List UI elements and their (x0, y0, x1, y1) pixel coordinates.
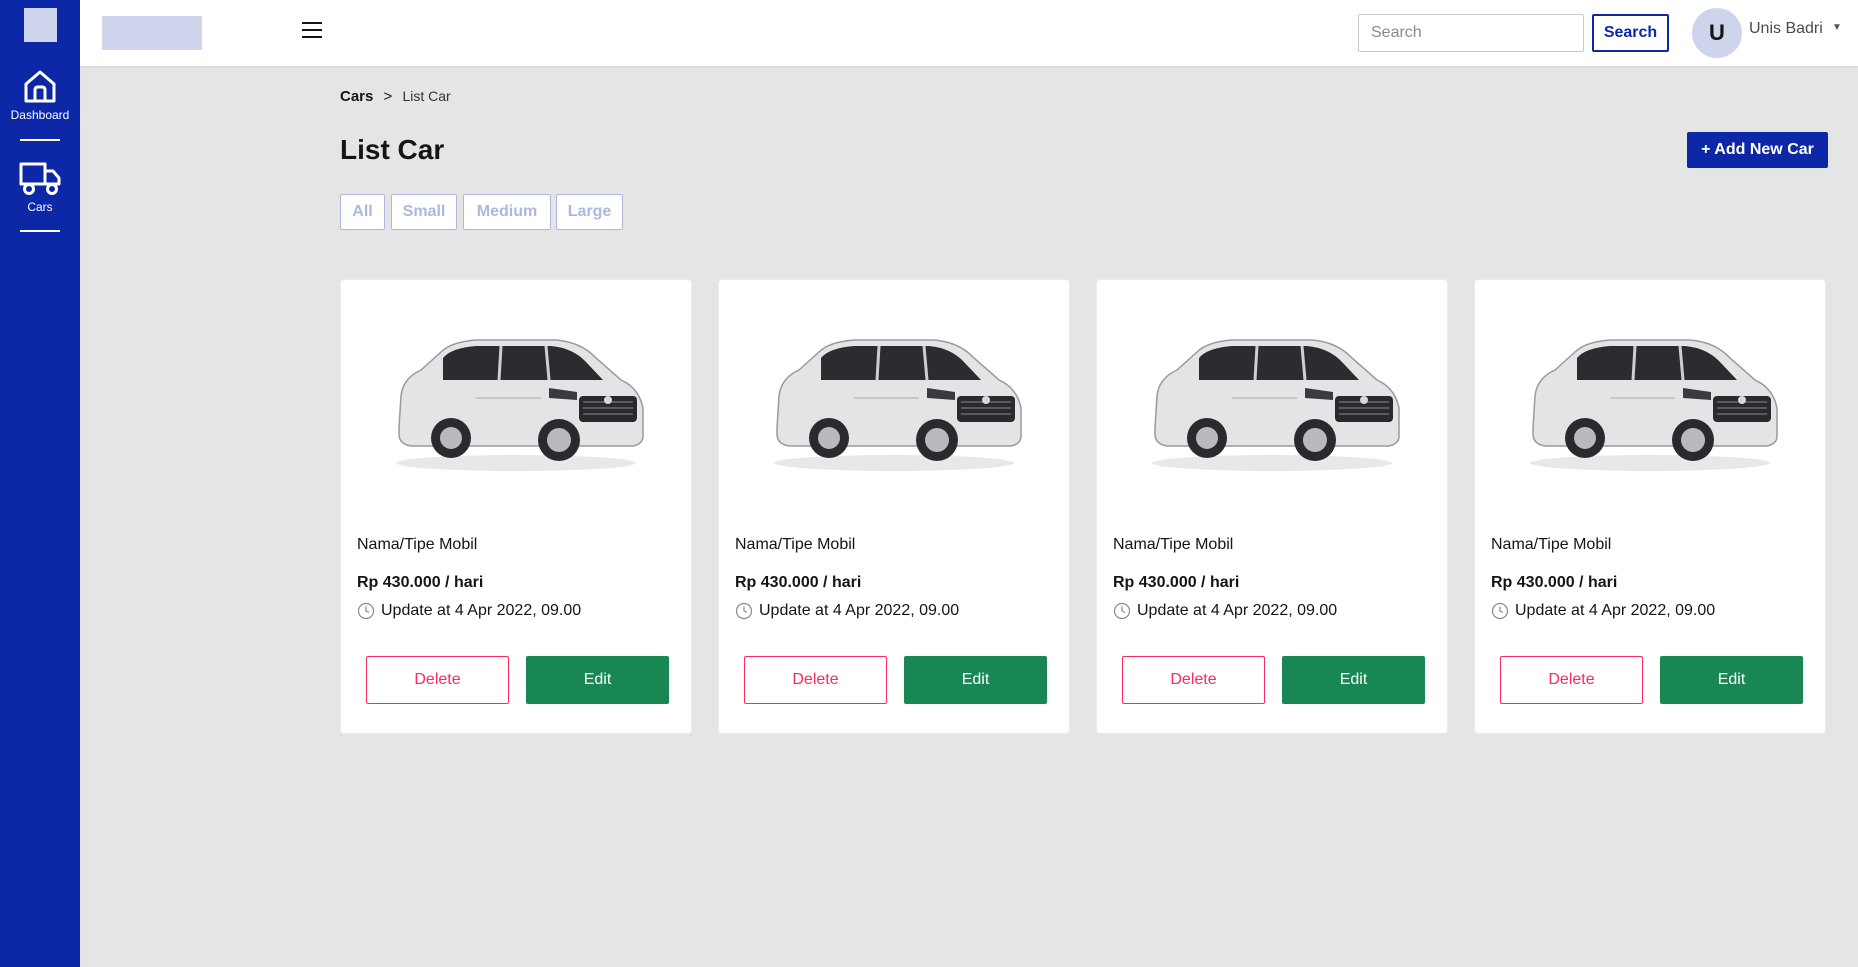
filter-medium[interactable]: Medium (463, 194, 551, 230)
sidebar-item-dashboard[interactable]: Dashboard (0, 64, 80, 130)
delete-button[interactable]: Delete (1122, 656, 1265, 704)
search-input[interactable] (1358, 14, 1584, 52)
user-name[interactable]: Unis Badri (1749, 20, 1823, 38)
edit-button[interactable]: Edit (1660, 656, 1803, 704)
car-updated-at: Update at 4 Apr 2022, 09.00 (1113, 602, 1337, 620)
sidebar-item-label: Dashboard (10, 108, 70, 122)
car-name: Nama/Tipe Mobil (1491, 536, 1612, 553)
clock-icon (1491, 602, 1509, 620)
breadcrumb-current: List Car (402, 88, 451, 104)
filter-all[interactable]: All (340, 194, 385, 230)
edit-button[interactable]: Edit (1282, 656, 1425, 704)
car-image (381, 318, 651, 478)
sidebar-divider (20, 230, 60, 232)
car-price: Rp 430.000 / hari (735, 574, 862, 591)
car-image (759, 318, 1029, 478)
car-updated-at: Update at 4 Apr 2022, 09.00 (357, 602, 581, 620)
delete-button[interactable]: Delete (366, 656, 509, 704)
delete-button[interactable]: Delete (1500, 656, 1643, 704)
edit-button[interactable]: Edit (904, 656, 1047, 704)
chevron-down-icon[interactable]: ▼ (1832, 22, 1842, 33)
car-updated-at: Update at 4 Apr 2022, 09.00 (735, 602, 959, 620)
car-price: Rp 430.000 / hari (1491, 574, 1618, 591)
car-card: Nama/Tipe Mobil Rp 430.000 / hari Update a… (718, 279, 1070, 734)
sidebar-item-cars[interactable]: Cars (0, 156, 80, 222)
sidebar-divider (20, 139, 60, 141)
car-card: Nama/Tipe Mobil Rp 430.000 / hari Update a… (340, 279, 692, 734)
page-title: List Car (340, 134, 445, 165)
home-icon (24, 70, 56, 103)
car-price: Rp 430.000 / hari (1113, 574, 1240, 591)
car-image (1515, 318, 1785, 478)
breadcrumb-separator: > (383, 88, 393, 105)
car-updated-at: Update at 4 Apr 2022, 09.00 (1491, 602, 1715, 620)
sidebar-logo[interactable] (24, 8, 57, 42)
filter-small[interactable]: Small (391, 194, 457, 230)
breadcrumb-root[interactable]: Cars (340, 88, 373, 105)
car-updated-text: Update at 4 Apr 2022, 09.00 (381, 602, 582, 619)
car-price: Rp 430.000 / hari (357, 574, 484, 591)
car-card: Nama/Tipe Mobil Rp 430.000 / hari Update a… (1096, 279, 1448, 734)
clock-icon (1113, 602, 1131, 620)
add-new-car-button[interactable]: + Add New Car (1687, 132, 1828, 168)
car-updated-text: Update at 4 Apr 2022, 09.00 (1137, 602, 1338, 619)
sidebar: Dashboard Cars (0, 0, 80, 967)
breadcrumb: Cars > List Car (340, 88, 451, 105)
sidebar-item-label: Cars (27, 200, 53, 214)
car-card: Nama/Tipe Mobil Rp 430.000 / hari Update a… (1474, 279, 1826, 734)
delete-button[interactable]: Delete (744, 656, 887, 704)
truck-icon (19, 162, 61, 195)
search-button[interactable]: Search (1592, 14, 1669, 52)
menu-toggle-icon[interactable] (302, 22, 324, 42)
car-updated-text: Update at 4 Apr 2022, 09.00 (1515, 602, 1716, 619)
clock-icon (735, 602, 753, 620)
car-name: Nama/Tipe Mobil (357, 536, 478, 553)
avatar[interactable]: U (1692, 8, 1742, 58)
edit-button[interactable]: Edit (526, 656, 669, 704)
car-updated-text: Update at 4 Apr 2022, 09.00 (759, 602, 960, 619)
filter-large[interactable]: Large (556, 194, 623, 230)
clock-icon (357, 602, 375, 620)
top-header: Search U Unis Badri ▼ (80, 0, 1858, 66)
car-name: Nama/Tipe Mobil (1113, 536, 1234, 553)
car-image (1137, 318, 1407, 478)
brand-logo[interactable] (102, 16, 202, 50)
car-name: Nama/Tipe Mobil (735, 536, 856, 553)
